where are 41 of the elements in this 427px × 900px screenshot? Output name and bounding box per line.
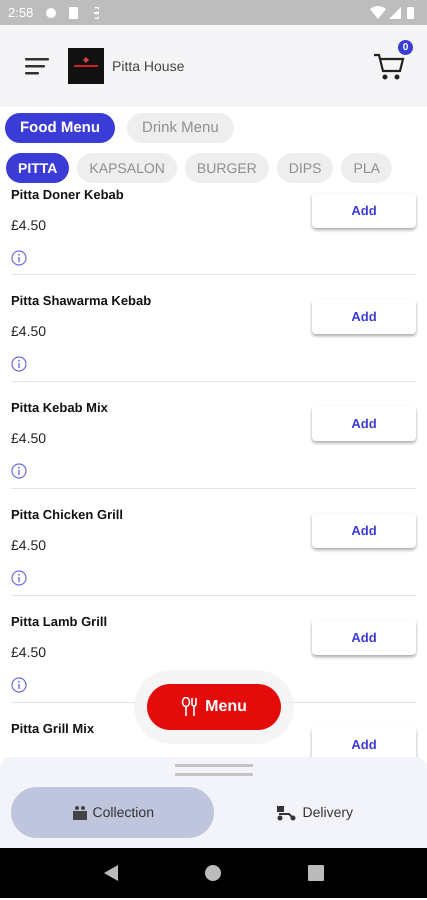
item-price: £4.50	[11, 642, 48, 662]
add-button[interactable]: Add	[312, 406, 416, 441]
add-button[interactable]: Add	[312, 193, 416, 228]
cart-count-badge: 0	[398, 40, 413, 55]
item-name: Pitta Doner Kebab	[11, 186, 125, 204]
cutlery-icon	[181, 697, 198, 717]
cart-icon[interactable]	[373, 52, 405, 82]
info-icon[interactable]	[11, 250, 27, 266]
item-price: £4.50	[11, 216, 48, 234]
item-name: Pitta Chicken Grill	[11, 506, 124, 524]
item-name: Pitta Kebab Mix	[11, 399, 109, 417]
scooter-icon	[276, 804, 298, 820]
add-button[interactable]: Add	[312, 513, 416, 548]
order-type-tab[interactable]: Collection	[11, 787, 214, 838]
order-type-tab[interactable]: Delivery	[214, 787, 416, 838]
add-button[interactable]: Add	[312, 620, 416, 655]
item-price: £4.50	[11, 322, 48, 340]
info-icon[interactable]	[11, 570, 27, 586]
recents-icon[interactable]	[308, 865, 324, 881]
drag-handle-icon[interactable]	[174, 763, 252, 777]
menu-button[interactable]: Menu	[147, 684, 281, 730]
item-name: Pitta Shawarma Kebab	[11, 292, 152, 310]
status-time: 2:58	[8, 4, 34, 22]
category-chip[interactable]: PITTA	[6, 153, 70, 183]
item-price: £4.50	[11, 536, 48, 554]
item-name: Pitta Grill Mix	[11, 720, 96, 738]
home-icon[interactable]	[205, 865, 222, 881]
menu-tab[interactable]: Food Menu	[5, 113, 115, 143]
back-icon[interactable]	[103, 864, 120, 882]
info-icon[interactable]	[11, 676, 27, 692]
shop-bag-icon	[70, 804, 88, 820]
info-icon[interactable]	[11, 356, 27, 372]
item-price: £4.50	[11, 428, 48, 448]
info-icon[interactable]	[11, 462, 27, 478]
item-name: Pitta Lamb Grill	[11, 613, 108, 631]
add-button[interactable]: Add	[312, 727, 416, 757]
menu-icon[interactable]	[25, 57, 49, 75]
restaurant-name: Pitta House	[112, 56, 184, 76]
add-button[interactable]: Add	[312, 299, 416, 334]
logo	[68, 48, 104, 84]
sd-card-icon	[69, 6, 80, 18]
